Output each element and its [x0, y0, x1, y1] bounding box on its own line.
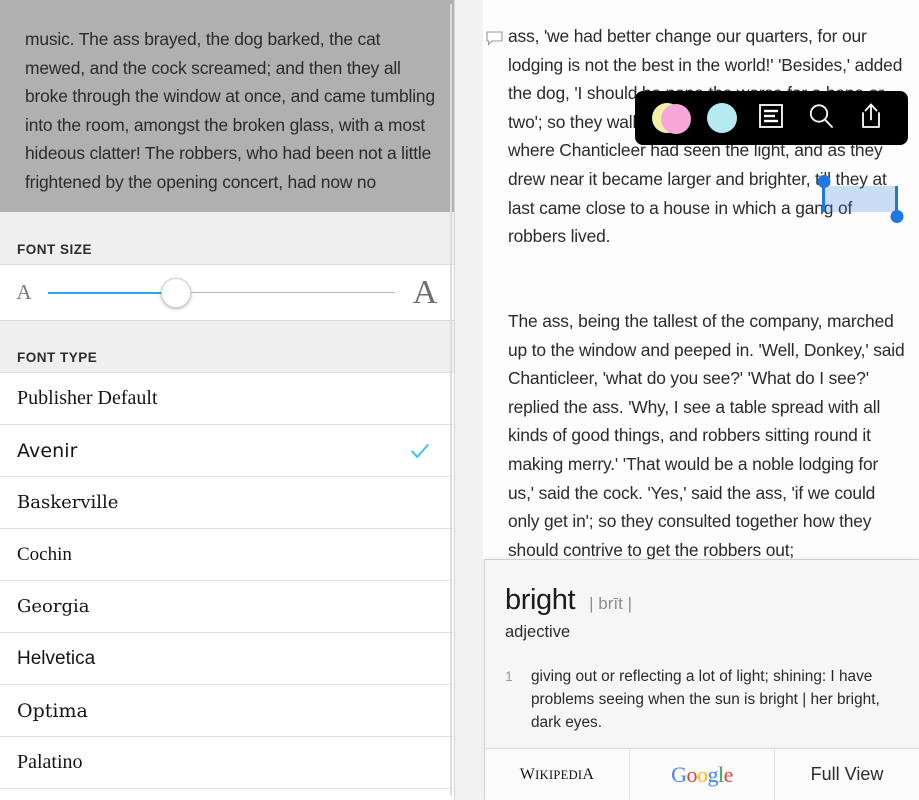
font-option-label: Georgia: [17, 596, 90, 617]
slider-track-remaining: [181, 291, 395, 293]
dictionary-popup: bright | brīt | adjective 1 giving out o…: [484, 559, 919, 800]
search-button[interactable]: [799, 98, 843, 138]
font-option-palatino[interactable]: Palatino: [0, 737, 454, 789]
highlight-cyan-button[interactable]: [700, 98, 744, 138]
dictionary-part-of-speech: adjective: [505, 623, 571, 641]
selection-knob-end[interactable]: [890, 210, 903, 223]
note-button[interactable]: [749, 98, 793, 138]
dictionary-footer: WIKIPEDIA Google Full View: [485, 748, 919, 800]
highlight-cyan-swatch-icon: [706, 103, 737, 133]
large-a-label: A: [412, 273, 438, 311]
font-size-slider[interactable]: [48, 277, 395, 308]
highlight-pink-yellow-button[interactable]: [650, 98, 694, 138]
dictionary-definition: giving out or reflecting a lot of light;…: [531, 668, 880, 731]
font-option-label: Optima: [17, 699, 88, 722]
google-button[interactable]: Google: [630, 749, 775, 800]
font-type-section-header: FONT TYPE: [0, 320, 454, 373]
font-option-label: Publisher Default: [17, 387, 158, 409]
app-root: music. The ass brayed, the dog barked, t…: [0, 0, 919, 800]
dictionary-header: bright | brīt | adjective: [485, 560, 919, 654]
dimmed-reader-text: music. The ass brayed, the dog barked, t…: [25, 29, 435, 192]
font-option-helvetica[interactable]: Helvetica: [0, 633, 454, 685]
font-size-slider-row[interactable]: A A: [0, 265, 454, 320]
wikipedia-button[interactable]: WIKIPEDIA: [485, 749, 630, 800]
dictionary-entry-number: 1: [505, 668, 513, 684]
highlight-dual-swatch-icon: [651, 102, 692, 134]
small-a-label: A: [16, 280, 32, 304]
full-view-label: Full View: [810, 764, 884, 784]
dictionary-entry: 1 giving out or reflecting a lot of ligh…: [485, 665, 919, 734]
reader-paragraph-2[interactable]: The ass, being the tallest of the compan…: [508, 307, 906, 564]
dictionary-phonetic: | brīt |: [589, 594, 632, 613]
dimmed-reader-background: music. The ass brayed, the dog barked, t…: [0, 0, 454, 212]
share-button[interactable]: [849, 98, 893, 138]
search-icon: [807, 102, 835, 135]
font-size-section-header: FONT SIZE: [0, 212, 454, 265]
font-option-cochin[interactable]: Cochin: [0, 529, 454, 581]
font-option-label: Baskerville: [17, 492, 119, 513]
font-option-optima[interactable]: Optima: [0, 685, 454, 737]
text-selection-action-toolbar: [635, 91, 908, 145]
font-option-baskerville[interactable]: Baskerville: [0, 477, 454, 529]
full-view-button[interactable]: Full View: [775, 749, 919, 800]
slider-thumb[interactable]: [161, 277, 191, 308]
note-bubble-icon[interactable]: [486, 31, 503, 46]
google-label: Google: [671, 761, 733, 787]
font-option-label: Cochin: [17, 543, 72, 565]
font-option-label: Helvetica: [17, 647, 96, 669]
font-option-avenir[interactable]: Avenir: [0, 425, 454, 477]
font-type-list: Publisher Default Avenir Baskerville Coc…: [0, 373, 454, 789]
selection-handle-start[interactable]: [817, 175, 830, 212]
font-option-georgia[interactable]: Georgia: [0, 581, 454, 633]
dictionary-word: bright: [505, 584, 576, 616]
checkmark-icon: [409, 440, 431, 462]
font-settings-panel: music. The ass brayed, the dog barked, t…: [0, 0, 455, 800]
dictionary-word-line: bright | brīt |: [505, 584, 919, 617]
font-option-label: Avenir: [17, 439, 78, 462]
font-option-publisher-default[interactable]: Publisher Default: [0, 373, 454, 425]
selection-handle-end[interactable]: [890, 186, 903, 223]
selection-knob-start[interactable]: [817, 175, 830, 188]
wikipedia-label: WIKIPEDIA: [519, 765, 595, 783]
font-option-label: Palatino: [17, 751, 83, 773]
note-icon: [758, 103, 784, 134]
share-icon: [858, 102, 884, 135]
panel-scrollbar[interactable]: [450, 4, 452, 796]
